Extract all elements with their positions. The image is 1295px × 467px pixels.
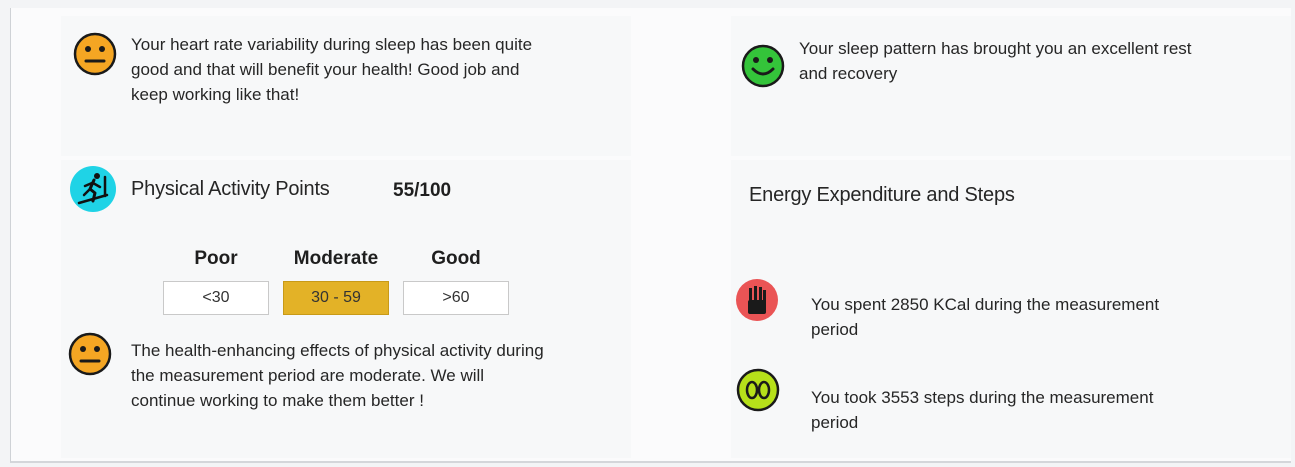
report-sheet: Your heart rate variability during sleep… xyxy=(10,8,1291,463)
neutral-face-icon xyxy=(68,332,112,376)
sleep-message-line: and recovery xyxy=(799,64,898,83)
level-label-poor: Poor xyxy=(194,248,238,269)
hrv-message-line: good and that will benefit your health! … xyxy=(131,60,520,79)
fries-icon xyxy=(735,278,779,322)
steps-message-line: You took 3553 steps during the measureme… xyxy=(811,388,1154,407)
activity-score: 55/100 xyxy=(393,180,452,201)
hrv-message-line: Your heart rate variability during sleep… xyxy=(131,35,533,54)
level-range-moderate: 30 - 59 xyxy=(283,281,389,315)
hrv-message-line: keep working like that! xyxy=(131,85,300,104)
kcal-message: You spent 2850 KCal during the measureme… xyxy=(811,292,1159,342)
activity-feedback-line: the measurement period are moderate. We … xyxy=(131,366,485,385)
energy-panel: Energy Expenditure and Steps You spent 2… xyxy=(731,160,1291,458)
level-label-moderate: Moderate xyxy=(293,248,379,269)
level-range-poor: <30 xyxy=(163,281,269,315)
kcal-message-line: You spent 2850 KCal during the measureme… xyxy=(811,295,1160,314)
activity-title: Physical Activity Points xyxy=(131,178,330,200)
activity-feedback: The health-enhancing effects of physical… xyxy=(131,338,544,413)
neutral-face-icon xyxy=(73,32,117,76)
footprints-icon xyxy=(736,368,780,412)
kcal-message-line: period xyxy=(811,320,859,339)
activity-feedback-line: The health-enhancing effects of physical… xyxy=(131,341,544,360)
level-label-good: Good xyxy=(431,248,481,269)
sleep-panel: Your sleep pattern has brought you an ex… xyxy=(731,16,1291,156)
report-page: Your heart rate variability during sleep… xyxy=(0,0,1295,467)
energy-title: Energy Expenditure and Steps xyxy=(749,184,1015,206)
happy-face-icon xyxy=(741,44,785,88)
treadmill-runner-icon xyxy=(69,165,117,213)
activity-panel: Physical Activity Points 55/100 Poor Mod… xyxy=(61,160,631,458)
activity-feedback-line: continue working to make them better ! xyxy=(131,391,424,410)
steps-message-line: period xyxy=(811,413,859,432)
hrv-panel: Your heart rate variability during sleep… xyxy=(61,16,631,156)
hrv-message: Your heart rate variability during sleep… xyxy=(131,32,532,107)
sleep-message: Your sleep pattern has brought you an ex… xyxy=(799,36,1192,86)
sleep-message-line: Your sleep pattern has brought you an ex… xyxy=(799,39,1192,58)
level-range-good: >60 xyxy=(403,281,509,315)
steps-message: You took 3553 steps during the measureme… xyxy=(811,385,1153,435)
